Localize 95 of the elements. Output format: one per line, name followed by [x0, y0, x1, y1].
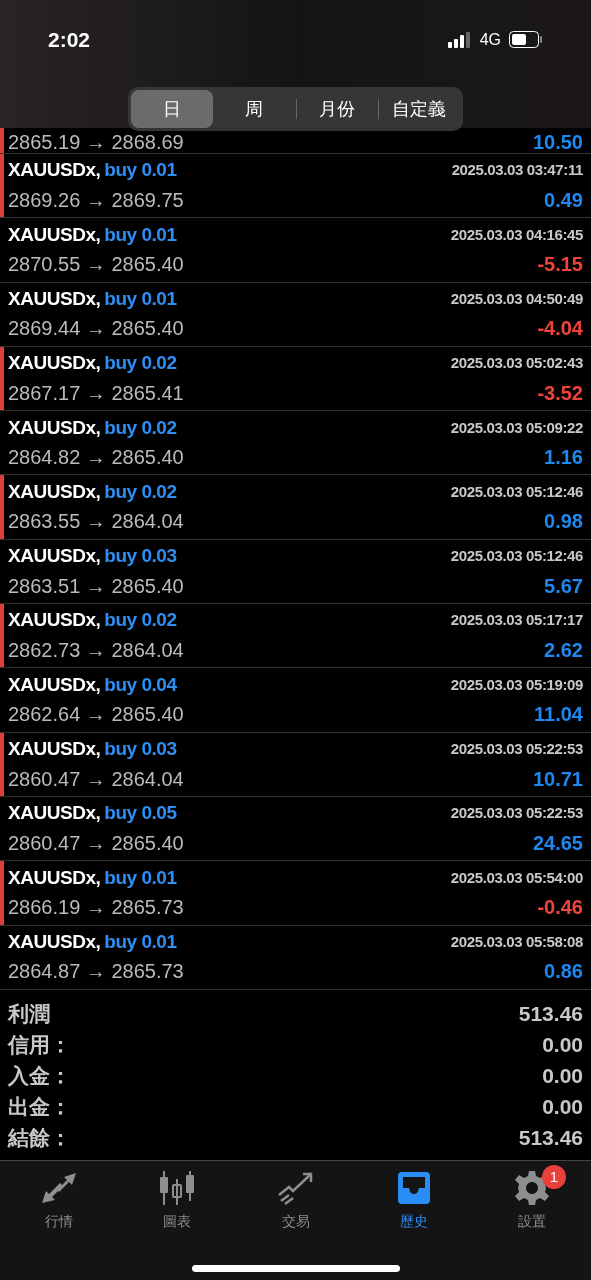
deal-time: 2025.03.03 04:50:49	[450, 289, 583, 309]
deal-time: 2025.03.03 05:12:46	[450, 481, 583, 502]
order-label: buy 0.03	[104, 737, 177, 762]
order-label: buy 0.02	[104, 608, 177, 633]
deal-time: 2025.03.03 05:17:17	[450, 610, 583, 631]
price-range: 2862.64 → 2865.40	[8, 702, 184, 728]
order-label: buy 0.04	[104, 672, 177, 697]
order-label: buy 0.02	[104, 415, 177, 440]
profit-value: 11.04	[534, 702, 583, 728]
summary-value: 513.46	[518, 1000, 583, 1027]
symbol-label: XAUUSDx,	[8, 544, 101, 569]
nav-tab[interactable]: 圖表	[118, 1169, 237, 1232]
order-label: buy 0.01	[104, 222, 177, 247]
network-label: 4G	[479, 29, 501, 50]
profit-value: 0.98	[544, 509, 583, 535]
profit-value: -5.15	[537, 252, 583, 278]
order-label: buy 0.02	[104, 351, 177, 376]
deal-time: 2025.03.03 05:09:22	[450, 417, 583, 438]
summary-value: 0.00	[542, 1031, 583, 1058]
clock-time: 2:02	[48, 27, 91, 53]
symbol-label: XAUUSDx,	[8, 737, 101, 762]
profit-value: 5.67	[544, 573, 583, 599]
order-label: buy 0.01	[104, 865, 177, 890]
profit-value: 2.62	[544, 637, 583, 663]
nav-tab[interactable]: 行情	[0, 1169, 119, 1232]
price-range: 2864.82 → 2865.40	[8, 445, 184, 471]
profit-value: -3.52	[537, 380, 583, 406]
symbol-label: XAUUSDx,	[8, 608, 101, 633]
inbox-icon	[395, 1170, 432, 1206]
profit-value: -0.46	[537, 895, 583, 921]
profit-value: 0.86	[544, 959, 583, 985]
period-tab[interactable]: 月份	[296, 90, 378, 128]
profit-value: 10.50	[532, 131, 583, 153]
settings-icon	[513, 1170, 550, 1206]
deal-time: 2025.03.03 05:22:53	[450, 739, 583, 760]
price-range: 2866.19 → 2865.73	[8, 895, 184, 921]
period-tab[interactable]: 自定義	[378, 90, 460, 128]
order-label: buy 0.01	[104, 929, 177, 954]
period-tab[interactable]: 周	[213, 90, 296, 128]
price-range: 2863.51 → 2865.40	[8, 573, 184, 599]
profit-value: 10.71	[532, 766, 583, 792]
candlestick-icon	[158, 1171, 197, 1205]
trend-icon	[276, 1171, 315, 1205]
battery-icon	[509, 31, 543, 49]
deal-time: 2025.03.03 05:54:00	[450, 867, 583, 888]
order-label: buy 0.05	[104, 801, 177, 826]
price-range: 2869.26 → 2869.75	[8, 187, 184, 213]
profit-value: 1.16	[544, 445, 583, 471]
order-label: buy 0.01	[104, 287, 177, 311]
summary-label: 入金：	[8, 1062, 71, 1089]
summary-label: 信用：	[8, 1031, 71, 1058]
order-label: buy 0.03	[104, 544, 177, 569]
deal-time: 2025.03.03 05:22:53	[450, 803, 583, 824]
deal-time: 2025.03.03 05:12:46	[450, 546, 583, 567]
signal-icon	[447, 31, 472, 48]
symbol-label: XAUUSDx,	[8, 222, 101, 247]
nav-tab[interactable]: 交易	[236, 1169, 355, 1232]
price-range: 2869.44 → 2865.40	[8, 316, 184, 342]
price-range: 2860.47 → 2864.04	[8, 766, 184, 792]
symbol-label: XAUUSDx,	[8, 287, 101, 311]
symbol-label: XAUUSDx,	[8, 801, 101, 826]
deal-time: 2025.03.03 05:02:43	[450, 353, 583, 374]
price-range: 2860.47 → 2865.40	[8, 830, 184, 856]
order-label: buy 0.02	[104, 479, 177, 504]
symbol-label: XAUUSDx,	[8, 415, 101, 440]
symbol-label: XAUUSDx,	[8, 479, 101, 504]
summary-value: 513.46	[518, 1124, 583, 1151]
deal-time: 2025.03.03 05:19:09	[450, 674, 583, 695]
symbol-label: XAUUSDx,	[8, 865, 101, 890]
symbol-label: XAUUSDx,	[8, 158, 101, 183]
nav-tab[interactable]: 歷史	[354, 1169, 473, 1232]
price-range: 2870.55 → 2865.40	[8, 252, 184, 278]
profit-value: -4.04	[537, 316, 583, 342]
summary-label: 利潤	[8, 1000, 50, 1027]
notification-badge: 1	[541, 1165, 566, 1189]
summary-label: 結餘：	[8, 1124, 71, 1151]
deal-time: 2025.03.03 05:58:08	[450, 931, 583, 952]
order-label: buy 0.01	[104, 158, 177, 183]
symbol-label: XAUUSDx,	[8, 672, 101, 697]
period-tab[interactable]: 日	[131, 90, 214, 128]
symbol-label: XAUUSDx,	[8, 929, 101, 954]
summary-label: 出金：	[8, 1093, 71, 1120]
price-range: 2865.19 → 2868.69	[7, 131, 184, 153]
price-range: 2863.55 → 2864.04	[8, 509, 184, 535]
summary-value: 0.00	[542, 1093, 583, 1120]
profit-value: 24.65	[532, 830, 583, 856]
profit-value: 0.49	[544, 187, 583, 213]
deal-time: 2025.03.03 04:16:45	[450, 224, 583, 245]
price-range: 2864.87 → 2865.73	[8, 959, 184, 985]
price-range: 2862.73 → 2864.04	[8, 637, 184, 663]
deal-time: 2025.03.03 03:47:11	[451, 160, 583, 181]
summary-value: 0.00	[542, 1062, 583, 1089]
symbol-label: XAUUSDx,	[8, 351, 101, 376]
price-range: 2867.17 → 2865.41	[8, 380, 184, 406]
arrows-icon	[40, 1171, 79, 1205]
